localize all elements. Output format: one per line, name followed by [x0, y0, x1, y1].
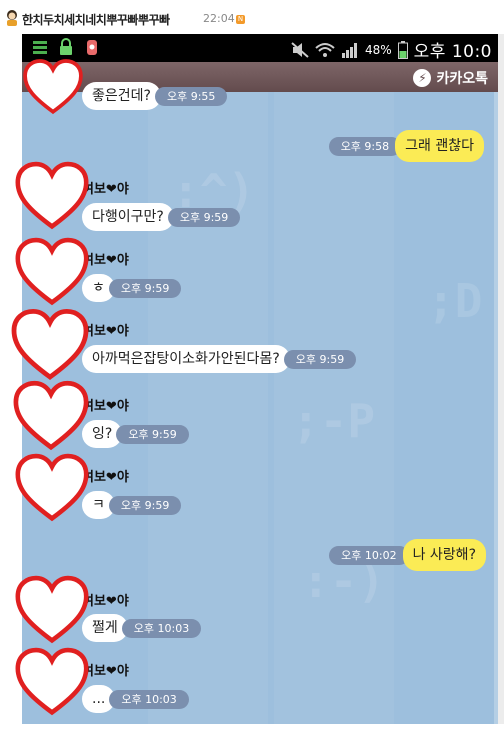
chat-message: 아까먹은잡탕이소화가안된다몸? 오후 9:59 — [82, 345, 357, 373]
mute-icon — [291, 41, 309, 58]
app-notification-icon — [87, 40, 97, 55]
message-bubble[interactable]: 그래 괜찮다 — [395, 130, 484, 162]
heart-icon — [15, 453, 89, 522]
message-time: 오후 9:59 — [108, 495, 182, 515]
chat-message: 오후 9:58 그래 괜찮다 — [328, 130, 484, 162]
message-bubble[interactable]: 좋은건데? — [82, 82, 161, 110]
heart-icon — [15, 237, 89, 306]
message-time: 오후 9:58 — [328, 136, 402, 156]
post-time: 22:04 — [203, 12, 235, 25]
heart-icon — [15, 647, 89, 716]
message-time: 오후 9:59 — [116, 424, 189, 444]
author-nickname[interactable]: 한치두치세치네치뿌꾸빠뿌꾸빠 — [22, 11, 170, 28]
message-time: 오후 9:55 — [154, 86, 228, 106]
post-header: 한치두치세치네치뿌꾸빠뿌꾸빠 22:04 N — [0, 0, 504, 34]
signal-icon — [341, 42, 357, 58]
message-time: 오후 10:02 — [329, 545, 409, 565]
message-time: 오후 10:03 — [109, 689, 189, 709]
message-time: 오후 9:59 — [283, 349, 357, 369]
page-edge — [498, 34, 504, 724]
lock-notification-icon — [60, 38, 72, 55]
wifi-icon — [315, 42, 335, 57]
heart-icon — [15, 575, 89, 644]
chat-message: 잉? 오후 9:59 — [82, 420, 189, 448]
status-clock: 오후 10:0 — [413, 42, 492, 62]
background-emoticon: ;D — [427, 274, 483, 328]
chat-message: 좋은건데? 오후 9:55 — [82, 82, 228, 110]
chat-message: 다행이구만? 오후 9:59 — [82, 203, 241, 231]
message-time: 오후 9:59 — [167, 207, 241, 227]
chat-message: ... 오후 10:03 — [82, 685, 189, 713]
chat-message: 오후 10:02 나 사랑해? — [329, 539, 486, 571]
chat-message: 쩔게 오후 10:03 — [82, 614, 202, 642]
message-time: 오후 10:03 — [121, 618, 202, 638]
message-time: 오후 9:59 — [108, 278, 182, 298]
heart-icon — [23, 59, 83, 115]
new-badge: N — [236, 15, 245, 24]
message-bubble[interactable]: 아까먹은잡탕이소화가안된다몸? — [82, 345, 290, 373]
chat-message: ㅎ 오후 9:59 — [82, 274, 182, 302]
battery-percent: 48% — [364, 42, 392, 57]
user-avatar-icon — [7, 10, 17, 26]
heart-icon — [15, 161, 89, 230]
heart-icon — [13, 380, 89, 451]
phone-screenshot: 48% 오후 10:0 ⚡ 카카오톡 :^) ;D ;-P :-) 좋은건데? … — [22, 34, 498, 724]
message-bubble[interactable]: 다행이구만? — [82, 203, 174, 231]
heart-icon — [11, 308, 89, 380]
app-name: 카카오톡 — [436, 71, 488, 87]
chat-message: ㅋ 오후 9:59 — [82, 491, 182, 519]
kakao-bolt-icon: ⚡ — [413, 69, 432, 87]
kakaotalk-title: ⚡ 카카오톡 — [413, 68, 488, 88]
list-notification-icon — [33, 41, 47, 54]
battery-icon — [397, 40, 408, 59]
background-emoticon: ;-P — [292, 394, 376, 448]
message-bubble[interactable]: 나 사랑해? — [402, 539, 486, 571]
android-status-bar: 48% 오후 10:0 — [22, 34, 498, 62]
